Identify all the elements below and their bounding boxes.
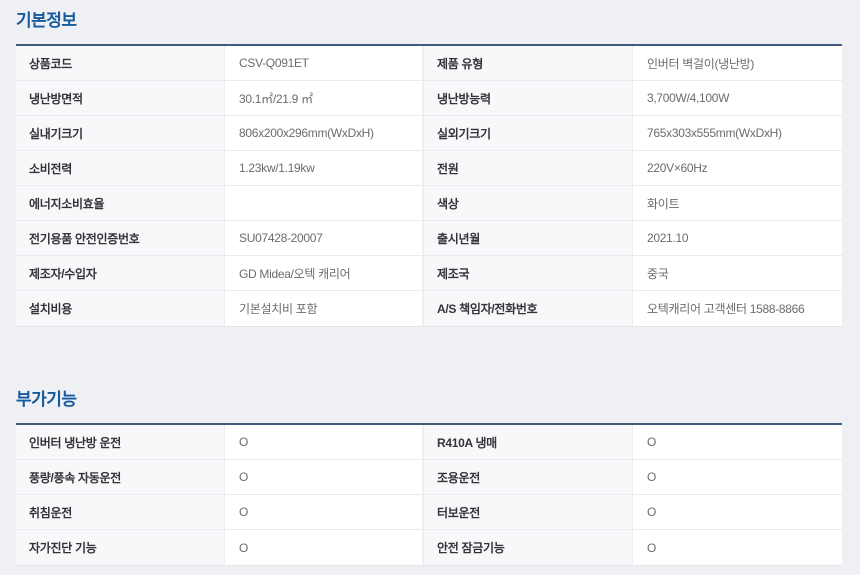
spec-label: 출시년월	[423, 221, 633, 255]
table-row: 자가진단 기능 O 안전 잠금기능 O	[16, 530, 842, 565]
spec-value: 30.1㎡/21.9 ㎡	[225, 81, 423, 115]
spec-label: 제품 유형	[423, 46, 633, 80]
extra-features-table: 인버터 냉난방 운전 O R410A 냉매 O 풍량/풍속 자동운전 O 조용운…	[16, 423, 842, 566]
spec-label: 실내기크기	[16, 116, 225, 150]
spec-label: 상품코드	[16, 46, 225, 80]
spec-label: 터보운전	[423, 495, 633, 529]
spec-label: 설치비용	[16, 291, 225, 326]
spec-label: 전기용품 안전인증번호	[16, 221, 225, 255]
spec-value: 중국	[633, 256, 842, 290]
spec-value: SU07428-20007	[225, 221, 423, 255]
table-row: 상품코드 CSV-Q091ET 제품 유형 인버터 벽걸이(냉난방)	[16, 46, 842, 81]
spec-value: 765x303x555mm(WxDxH)	[633, 116, 842, 150]
spec-value: O	[633, 425, 842, 459]
spec-value: 기본설치비 포함	[225, 291, 423, 326]
table-row: 전기용품 안전인증번호 SU07428-20007 출시년월 2021.10	[16, 221, 842, 256]
section-title: 기본정보	[16, 11, 860, 31]
table-row: 인버터 냉난방 운전 O R410A 냉매 O	[16, 425, 842, 460]
spec-value: 화이트	[633, 186, 842, 220]
spec-label: 냉난방능력	[423, 81, 633, 115]
spec-label: 취침운전	[16, 495, 225, 529]
spec-value	[225, 186, 423, 220]
spec-label: A/S 책임자/전화번호	[423, 291, 633, 326]
table-row: 제조자/수입자 GD Midea/오텍 캐리어 제조국 중국	[16, 256, 842, 291]
product-spec-page: 기본정보 상품코드 CSV-Q091ET 제품 유형 인버터 벽걸이(냉난방) …	[0, 0, 860, 566]
basic-info-table: 상품코드 CSV-Q091ET 제품 유형 인버터 벽걸이(냉난방) 냉난방면적…	[16, 44, 842, 327]
spec-label: 실외기크기	[423, 116, 633, 150]
table-row: 소비전력 1.23kw/1.19kw 전원 220V×60Hz	[16, 151, 842, 186]
spec-label: 조용운전	[423, 460, 633, 494]
section-title: 부가기능	[16, 390, 860, 410]
spec-label: 제조자/수입자	[16, 256, 225, 290]
spec-label: R410A 냉매	[423, 425, 633, 459]
spec-label: 전원	[423, 151, 633, 185]
spec-value: O	[225, 495, 423, 529]
table-row: 풍량/풍속 자동운전 O 조용운전 O	[16, 460, 842, 495]
spec-label: 자가진단 기능	[16, 530, 225, 565]
spec-value: 806x200x296mm(WxDxH)	[225, 116, 423, 150]
spec-value: 220V×60Hz	[633, 151, 842, 185]
spec-value: 1.23kw/1.19kw	[225, 151, 423, 185]
spec-value: GD Midea/오텍 캐리어	[225, 256, 423, 290]
spec-label: 풍량/풍속 자동운전	[16, 460, 225, 494]
spec-value: O	[633, 495, 842, 529]
spec-label: 인버터 냉난방 운전	[16, 425, 225, 459]
table-row: 실내기크기 806x200x296mm(WxDxH) 실외기크기 765x303…	[16, 116, 842, 151]
spec-value: 오텍캐리어 고객센터 1588-8866	[633, 291, 842, 326]
spec-value: CSV-Q091ET	[225, 46, 423, 80]
spec-value: 인버터 벽걸이(냉난방)	[633, 46, 842, 80]
spec-label: 색상	[423, 186, 633, 220]
table-row: 에너지소비효율 색상 화이트	[16, 186, 842, 221]
table-row: 설치비용 기본설치비 포함 A/S 책임자/전화번호 오텍캐리어 고객센터 15…	[16, 291, 842, 326]
spec-label: 냉난방면적	[16, 81, 225, 115]
spec-value: 3,700W/4,100W	[633, 81, 842, 115]
spec-value: O	[225, 460, 423, 494]
spec-label: 에너지소비효율	[16, 186, 225, 220]
spec-value: O	[633, 530, 842, 565]
spec-value: O	[225, 425, 423, 459]
basic-info-section: 기본정보 상품코드 CSV-Q091ET 제품 유형 인버터 벽걸이(냉난방) …	[16, 11, 860, 327]
table-row: 취침운전 O 터보운전 O	[16, 495, 842, 530]
table-row: 냉난방면적 30.1㎡/21.9 ㎡ 냉난방능력 3,700W/4,100W	[16, 81, 842, 116]
extra-features-section: 부가기능 인버터 냉난방 운전 O R410A 냉매 O 풍량/풍속 자동운전 …	[16, 390, 860, 566]
spec-value: 2021.10	[633, 221, 842, 255]
spec-label: 안전 잠금기능	[423, 530, 633, 565]
spec-label: 제조국	[423, 256, 633, 290]
spec-label: 소비전력	[16, 151, 225, 185]
spec-value: O	[633, 460, 842, 494]
spec-value: O	[225, 530, 423, 565]
